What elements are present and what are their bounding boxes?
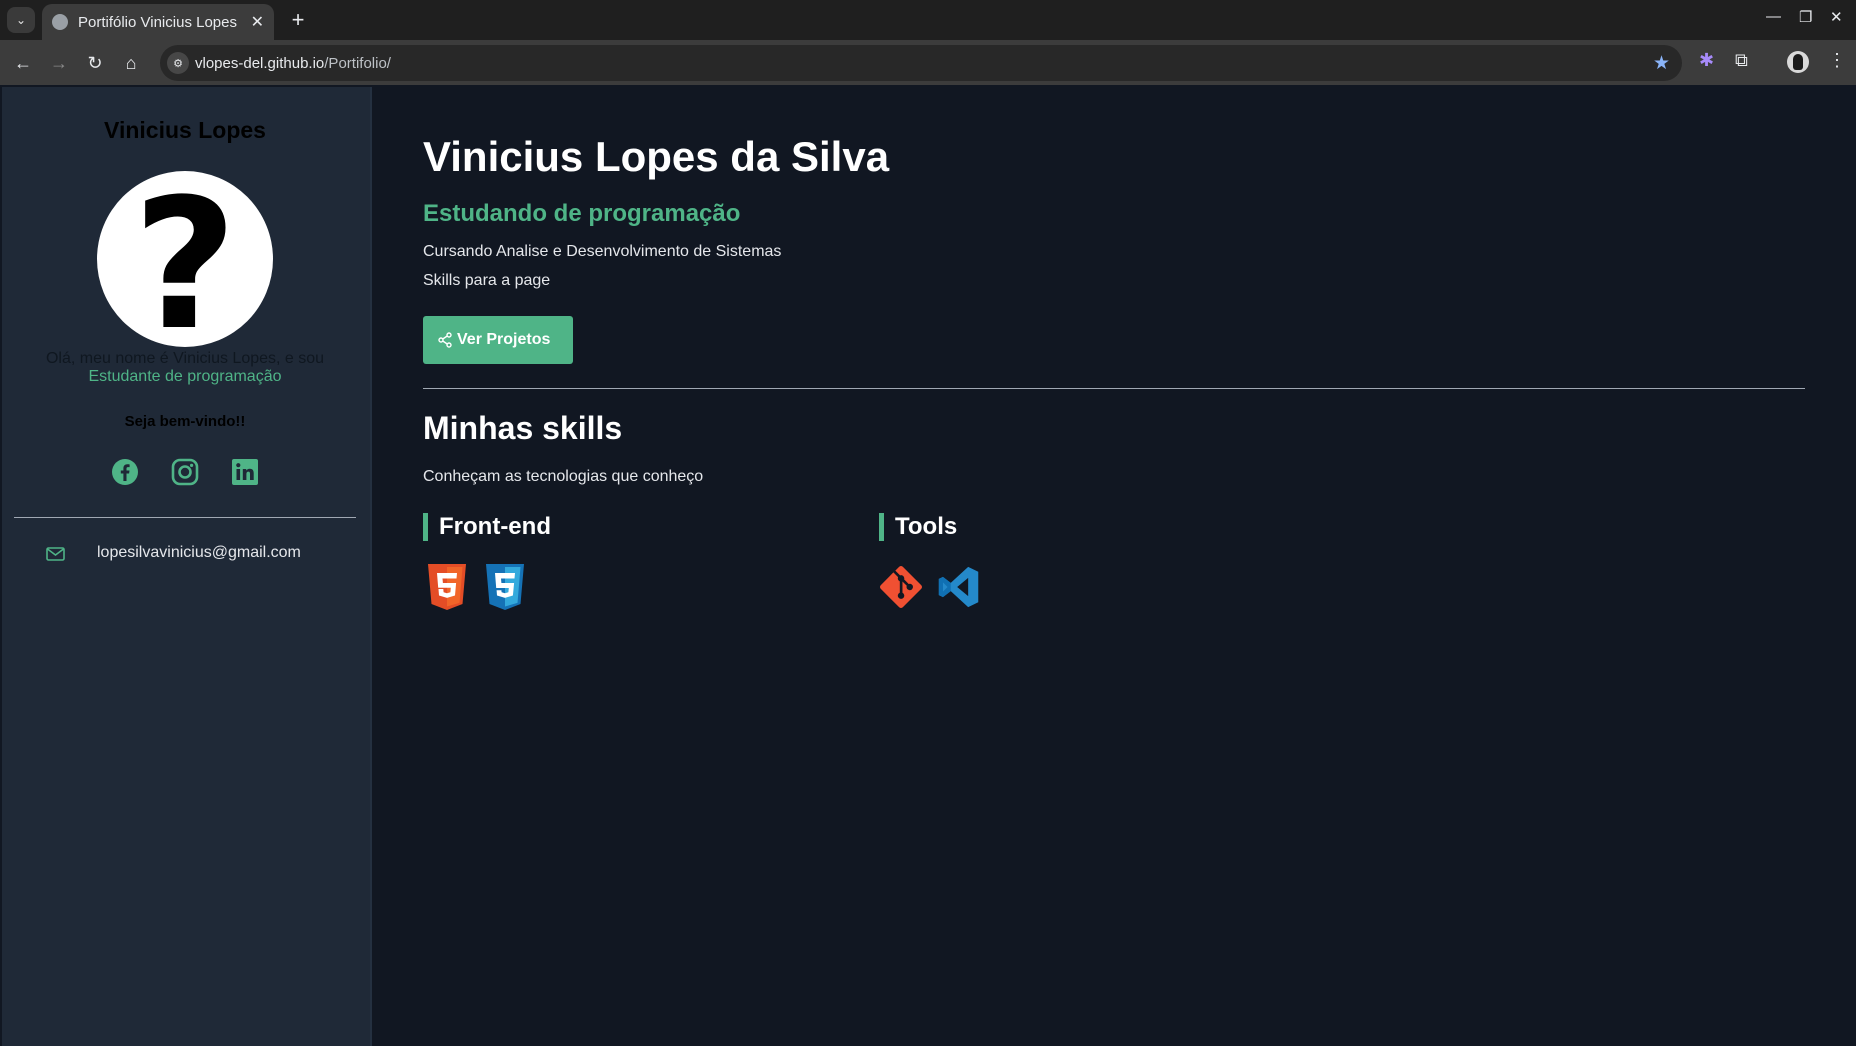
skills-description: Conheçam as tecnologias que conheço [423,468,704,485]
facebook-icon[interactable] [110,457,140,487]
skills-text: Skills para a page [423,272,551,289]
back-icon[interactable]: ← [10,50,36,76]
category-front-end: Front-end [423,513,551,541]
sidebar-intro: Olá, meu nome é Vinicius Lopes, e sou [45,350,325,367]
css3-icon [486,564,524,610]
page: Vinicius Lopes ? Olá, meu nome é Viniciu… [0,85,1856,1046]
share-icon [438,332,452,348]
sidebar-welcome: Seja bem-vindo!! [124,413,246,430]
sidebar-role: Estudante de programação [88,368,282,385]
reload-icon[interactable]: ↻ [82,50,108,76]
instagram-icon[interactable] [170,457,200,487]
profile-avatar[interactable] [1787,51,1809,73]
ver-projetos-label: Ver Projetos [457,331,551,348]
question-mark-icon: ? [132,171,238,348]
page-title: Vinicius Lopes da Silva [423,133,890,180]
ver-projetos-button[interactable]: Ver Projetos [423,316,573,364]
globe-icon [52,14,68,30]
page-subtitle: Estudando de programação [423,200,741,227]
url-domain: vlopes-del.github.io [195,55,325,72]
tab-title: Portifólio Vinicius Lopes [78,13,237,31]
git-icon [880,566,922,608]
forward-icon[interactable]: → [46,50,72,76]
new-tab-button[interactable]: + [284,7,312,33]
extensions-puzzle-icon[interactable]: ⧉ [1735,50,1748,71]
close-icon[interactable]: ✕ [251,12,264,32]
main-divider [423,388,1805,389]
restore-icon[interactable]: ❐ [1799,8,1812,26]
linkedin-icon[interactable] [230,457,260,487]
tab-search-button[interactable]: ⌄ [7,7,35,33]
url-text: vlopes-del.github.io/Portifolio/ [195,55,391,72]
mail-icon [46,547,65,561]
sidebar-name: Vinicius Lopes [104,117,266,143]
vscode-icon [938,566,979,608]
social-links [110,457,260,487]
home-icon[interactable]: ⌂ [118,50,144,76]
site-settings-icon[interactable]: ⚙ [167,52,189,74]
sidebar: Vinicius Lopes ? Olá, meu nome é Viniciu… [2,87,372,1046]
bookmark-star-icon[interactable]: ★ [1653,52,1670,75]
browser-toolbar: ← → ↻ ⌂ ⚙ vlopes-del.github.io/Portifoli… [0,40,1856,85]
url-path: /Portifolio/ [324,55,391,72]
menu-kebab-icon[interactable]: ⋮ [1828,50,1846,71]
tab-bar: ⌄ Portifólio Vinicius Lopes ✕ + — ❐ ✕ [0,0,1856,40]
sidebar-divider [14,517,356,518]
category-tools: Tools [879,513,957,541]
profile-picture: ? [97,171,273,347]
skills-title: Minhas skills [423,410,623,446]
address-bar[interactable]: ⚙ vlopes-del.github.io/Portifolio/ ★ [160,45,1682,81]
minimize-icon[interactable]: — [1766,8,1781,25]
course-text: Cursando Analise e Desenvolvimento de Si… [423,243,782,260]
html5-icon [428,564,466,610]
main-content: Vinicius Lopes da Silva Estudando de pro… [374,85,1856,1046]
window-close-icon[interactable]: ✕ [1830,8,1843,26]
active-tab[interactable]: Portifólio Vinicius Lopes ✕ [42,4,274,40]
email-link[interactable]: lopesilvavinicius@gmail.com [97,544,301,562]
extension-gear-icon[interactable]: ✱ [1699,50,1714,71]
